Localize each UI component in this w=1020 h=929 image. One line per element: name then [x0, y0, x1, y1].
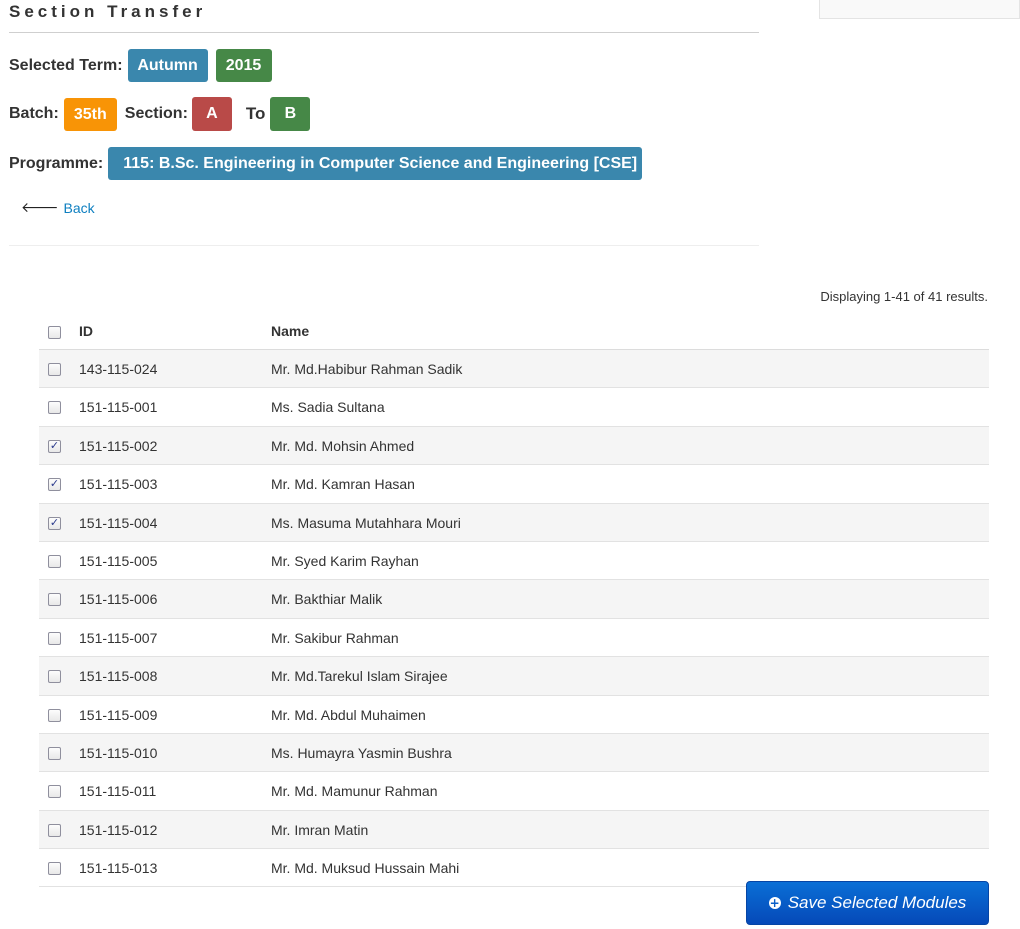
student-name-cell: Mr. Md.Habibur Rahman Sadik: [271, 361, 463, 377]
student-name-cell: Ms. Humayra Yasmin Bushra: [271, 744, 452, 761]
row-checkbox[interactable]: [48, 708, 61, 722]
column-header-id: ID: [79, 323, 93, 339]
table-row[interactable]: 151-115-001 Ms. Sadia Sultana: [39, 388, 989, 427]
checkmark-icon: ✓: [49, 439, 60, 452]
term-row: Selected Term: Autumn 2015: [9, 49, 272, 82]
student-name-cell: Ms. Sadia Sultana: [271, 399, 385, 416]
table-row[interactable]: 151-115-008 Mr. Md.Tarekul Islam Sirajee: [39, 657, 989, 696]
row-checkbox[interactable]: [48, 631, 61, 645]
row-checkbox[interactable]: [48, 401, 61, 415]
section-to-badge: B: [270, 97, 311, 131]
batch-badge: 35th: [63, 97, 117, 131]
results-summary: Displaying 1-41 of 41 results.: [820, 289, 988, 304]
student-id-cell: 151-115-005: [79, 552, 158, 569]
table-body: 143-115-024 Mr. Md.Habibur Rahman Sadik 15…: [39, 350, 989, 888]
row-checkbox[interactable]: [48, 862, 61, 876]
batch-label: Batch:: [9, 105, 59, 122]
term-label: Selected Term:: [9, 56, 123, 74]
row-checkbox[interactable]: [48, 363, 61, 376]
student-id-cell: 151-115-012: [79, 821, 158, 838]
student-id-cell: 151-115-011: [79, 783, 157, 800]
sidebar-panel: [819, 0, 1020, 19]
student-name-cell: Mr. Md.Tarekul Islam Sirajee: [271, 668, 448, 685]
term-season-badge: Autumn: [127, 49, 208, 82]
back-link[interactable]: 🡐 Back: [21, 199, 95, 217]
row-checkbox[interactable]: [48, 785, 61, 799]
student-id-cell: 151-115-008: [79, 668, 158, 685]
student-name-cell: Mr. Md. Mamunur Rahman: [271, 783, 438, 800]
table-header: ID Name: [39, 312, 989, 350]
row-checkbox[interactable]: [48, 823, 61, 837]
save-selected-label: Save Selected Modules: [787, 893, 967, 912]
table-row[interactable]: 151-115-011 Mr. Md. Mamunur Rahman: [39, 772, 989, 811]
programme-badge: 115: B.Sc. Engineering in Computer Scien…: [108, 147, 643, 180]
section-from-badge: A: [191, 97, 232, 131]
term-year-badge: 2015: [215, 49, 272, 82]
table-row[interactable]: 143-115-024 Mr. Md.Habibur Rahman Sadik: [39, 350, 989, 389]
student-name-cell: Mr. Bakthiar Malik: [271, 591, 383, 608]
checkmark-icon: ✓: [49, 516, 60, 529]
table-row[interactable]: ✓ 151-115-002 Mr. Md. Mohsin Ahmed: [39, 426, 989, 466]
student-id-cell: 151-115-007: [79, 629, 158, 646]
row-checkbox[interactable]: [48, 670, 61, 684]
student-id-cell: 151-115-009: [79, 706, 158, 723]
row-checkbox[interactable]: ✓: [48, 516, 61, 530]
student-name-cell: Mr. Syed Karim Rayhan: [271, 552, 419, 569]
save-selected-button[interactable]: + Save Selected Modules: [746, 881, 989, 925]
row-checkbox[interactable]: [48, 746, 61, 760]
title-divider: [9, 32, 759, 33]
student-id-cell: 151-115-004: [79, 514, 158, 531]
section-divider: [9, 245, 759, 246]
table-row[interactable]: 151-115-012 Mr. Imran Matin: [39, 810, 989, 850]
arrow-left-icon: 🡐: [21, 200, 59, 216]
plus-circle-icon: +: [768, 896, 781, 910]
student-id-cell: 151-115-001: [79, 399, 158, 416]
checkmark-icon: ✓: [49, 478, 60, 491]
batch-row: Batch: 35th Section: A To B: [9, 97, 311, 131]
student-name-cell: Ms. Masuma Mutahhara Mouri: [271, 514, 461, 531]
student-name-cell: Mr. Md. Mohsin Ahmed: [271, 437, 415, 454]
programme-label: Programme:: [9, 154, 104, 172]
table-row[interactable]: 151-115-005 Mr. Syed Karim Rayhan: [39, 542, 989, 581]
page-title: Section Transfer: [9, 2, 207, 21]
table-row[interactable]: 151-115-007 Mr. Sakibur Rahman: [39, 619, 989, 658]
programme-row: Programme: 115: B.Sc. Engineering in Com…: [9, 147, 643, 180]
student-name-cell: Mr. Md. Abdul Muhaimen: [271, 706, 426, 723]
student-id-cell: 151-115-003: [79, 476, 158, 493]
row-checkbox[interactable]: [48, 554, 61, 568]
student-id-cell: 151-115-010: [79, 744, 158, 761]
to-label: To: [245, 104, 266, 123]
row-checkbox[interactable]: ✓: [48, 439, 61, 453]
student-id-cell: 151-115-006: [79, 591, 158, 608]
students-table: ID Name 143-115-024 Mr. Md.Habibur Rahman…: [39, 312, 989, 888]
back-label: Back: [63, 199, 95, 216]
table-row[interactable]: ✓ 151-115-003 Mr. Md. Kamran Hasan: [39, 465, 989, 504]
table-row[interactable]: 151-115-009 Mr. Md. Abdul Muhaimen: [39, 696, 989, 734]
student-id-cell: 151-115-002: [79, 437, 158, 454]
section-label: Section:: [124, 105, 188, 122]
student-name-cell: Mr. Sakibur Rahman: [271, 629, 399, 646]
student-name-cell: Mr. Imran Matin: [271, 821, 369, 838]
column-header-name: Name: [271, 323, 310, 339]
student-name-cell: Mr. Md. Muksud Hussain Mahi: [271, 860, 460, 877]
table-row[interactable]: 151-115-006 Mr. Bakthiar Malik: [39, 580, 989, 619]
row-checkbox[interactable]: [48, 593, 61, 607]
student-name-cell: Mr. Md. Kamran Hasan: [271, 476, 415, 493]
student-id-cell: 143-115-024: [79, 361, 158, 377]
student-id-cell: 151-115-013: [79, 860, 158, 877]
select-all-checkbox[interactable]: [48, 326, 61, 339]
row-checkbox[interactable]: ✓: [48, 478, 61, 492]
table-row[interactable]: 151-115-010 Ms. Humayra Yasmin Bushra: [39, 733, 989, 773]
table-row[interactable]: ✓ 151-115-004 Ms. Masuma Mutahhara Mouri: [39, 503, 989, 542]
